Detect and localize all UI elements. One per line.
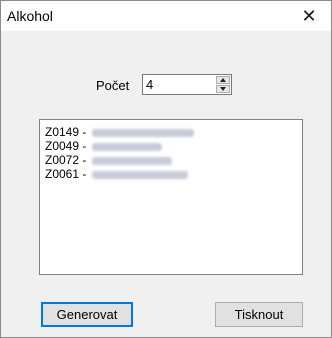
list-item[interactable]: Z0049 - [45, 139, 162, 153]
generate-button[interactable]: Generovat [41, 302, 133, 327]
arrow-up-icon [220, 78, 226, 82]
title-bar[interactable]: Alkohol ✕ [1, 1, 331, 31]
dialog-window: Alkohol ✕ Počet Z0149 - Z0049 - Z0072 - [0, 0, 332, 338]
close-button[interactable]: ✕ [287, 1, 331, 31]
count-label: Počet [96, 78, 130, 93]
count-input[interactable] [146, 77, 214, 92]
redacted-name [91, 142, 162, 151]
print-button[interactable]: Tisknout [215, 302, 303, 327]
spin-up-button[interactable] [216, 76, 230, 84]
redacted-name [91, 128, 194, 137]
arrow-down-icon [220, 87, 226, 91]
item-code: Z0049 - [45, 139, 87, 153]
spin-down-button[interactable] [216, 85, 230, 93]
list-item[interactable]: Z0072 - [45, 153, 172, 167]
item-code: Z0061 - [45, 167, 87, 181]
redacted-name [91, 156, 172, 165]
list-item[interactable]: Z0061 - [45, 167, 188, 181]
item-code: Z0072 - [45, 153, 87, 167]
redacted-name [91, 170, 188, 179]
count-stepper[interactable] [142, 74, 232, 95]
close-icon: ✕ [301, 6, 317, 26]
window-title: Alkohol [7, 8, 53, 24]
list-item[interactable]: Z0149 - [45, 125, 194, 139]
spin-buttons [216, 76, 230, 93]
item-code: Z0149 - [45, 125, 87, 139]
items-listbox[interactable]: Z0149 - Z0049 - Z0072 - Z0061 - [39, 119, 303, 275]
